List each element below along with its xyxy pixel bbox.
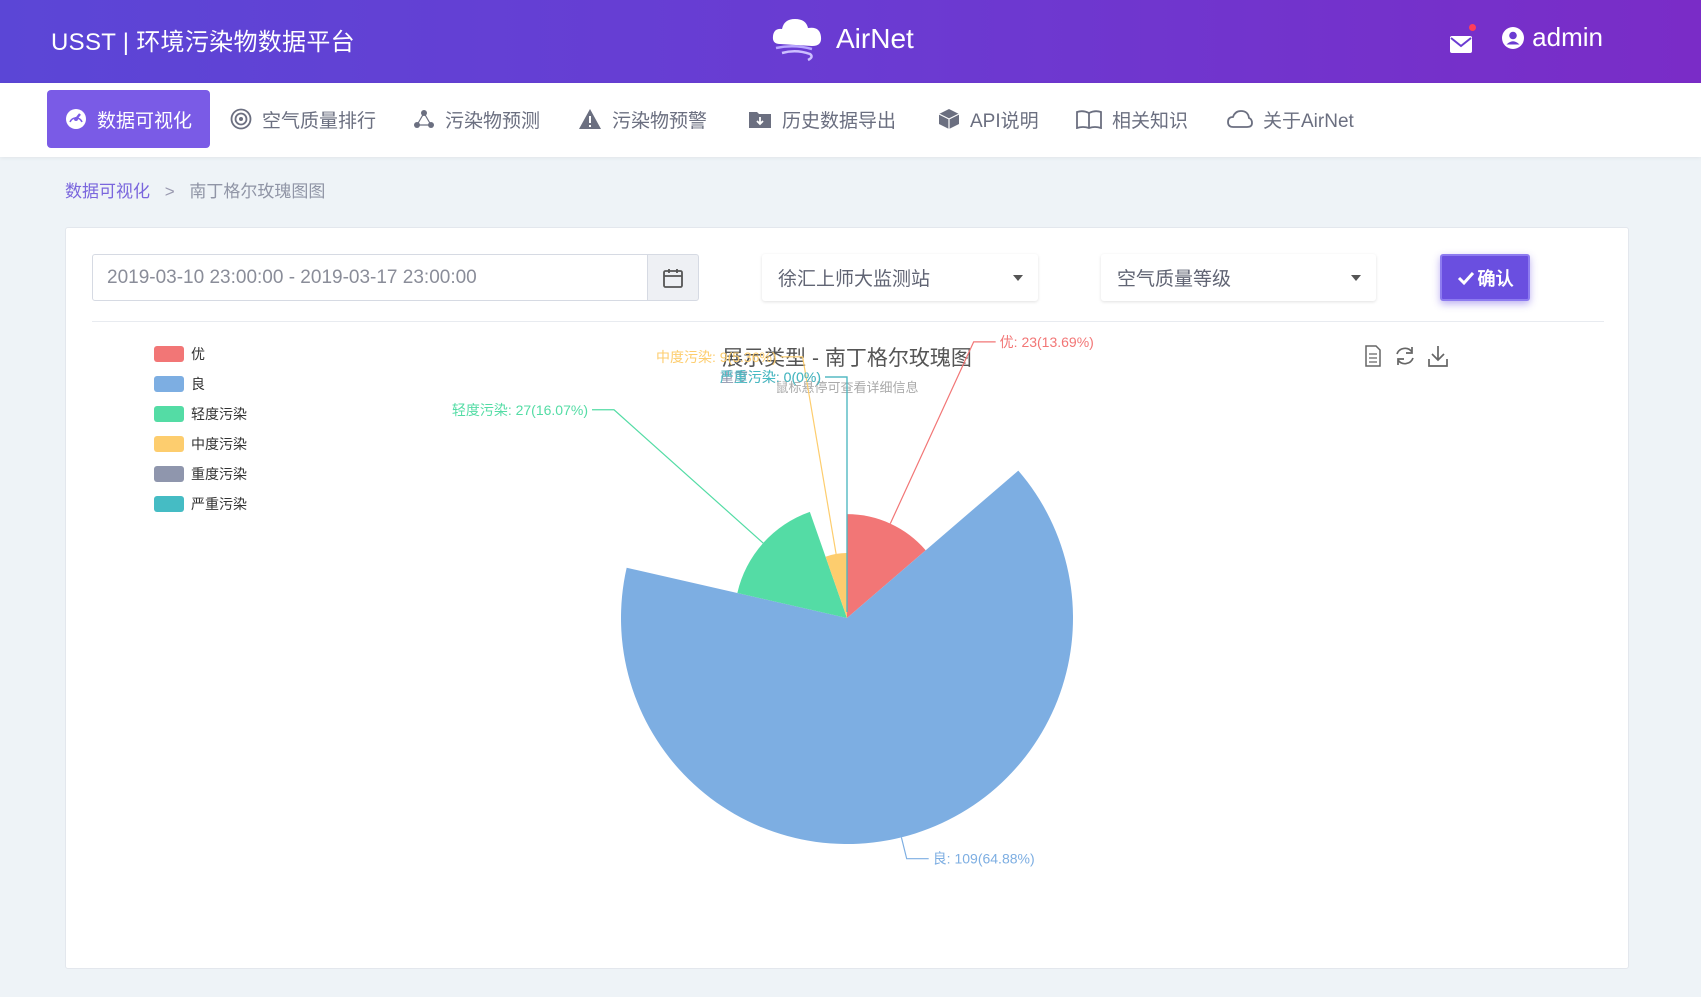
nav-label: 相关知识 [1112,110,1189,132]
network-icon [414,110,434,128]
station-select[interactable]: 徐汇上师大监测站 [762,254,1038,301]
calendar-button[interactable] [647,254,699,301]
calendar-icon [663,268,683,288]
divider [92,321,1604,322]
username: admin [1532,22,1603,52]
user-circle-icon [1502,26,1525,49]
data-label: 中度污染: 9(5.36%) [656,349,777,365]
station-select-value: 徐汇上师大监测站 [778,269,931,290]
legend-swatch[interactable] [154,406,184,422]
nav-label: 关于AirNet [1263,110,1354,132]
platform-title: USST | 环境污染物数据平台 [51,29,355,56]
leader-line [900,837,929,860]
legend-swatch[interactable] [154,346,184,362]
legend-swatch[interactable] [154,496,184,512]
rose-chart: 展示类型 - 南丁格尔玫瑰图鼠标悬停可查看详细信息优良轻度污染中度污染重度污染严… [154,334,1448,867]
data-view-icon[interactable] [1365,345,1381,367]
legend-label[interactable]: 良 [191,376,205,392]
nav-item-api-docs[interactable]: API说明 [938,90,1039,148]
nav-label: 历史数据导出 [782,110,897,132]
legend-swatch[interactable] [154,466,184,482]
dashboard-icon [66,109,86,129]
nav-item-pollutant-warning[interactable]: 污染物预警 [578,90,707,148]
nav-label: API说明 [970,110,1039,132]
legend-swatch[interactable] [154,436,184,452]
warning-icon [579,109,601,129]
legend-label[interactable]: 轻度污染 [191,406,247,422]
data-label: 严重污染: 0(0%) [720,369,821,385]
nav-item-data-visualization[interactable]: 数据可视化 [47,90,211,148]
breadcrumb: 数据可视化 > 南丁格尔玫瑰图图 [65,177,325,202]
chart-toolbox [1365,345,1448,367]
confirm-label: 确认 [1477,268,1514,289]
leader-line [592,409,764,544]
breadcrumb-parent[interactable]: 数据可视化 [65,182,150,201]
caret-down-icon [1013,274,1023,281]
nav-item-air-quality-ranking[interactable]: 空气质量排行 [230,90,376,148]
nav-item-history-export[interactable]: 历史数据导出 [748,90,896,148]
folder-download-icon [749,112,771,128]
top-header: USST | 环境污染物数据平台 AirNet admin [0,0,1701,83]
legend-label[interactable]: 优 [191,346,205,362]
mail-icon[interactable] [1450,24,1477,53]
metric-select-value: 空气质量等级 [1117,269,1232,290]
legend-label[interactable]: 严重污染 [191,496,247,512]
caret-down-icon [1351,274,1361,281]
legend-label[interactable]: 中度污染 [191,436,247,452]
logo-text: AirNet [836,23,914,54]
breadcrumb-current: 南丁格尔玫瑰图图 [189,182,326,201]
nav-label: 污染物预测 [445,110,541,132]
confirm-button[interactable]: 确认 [1440,254,1530,301]
nav-label: 污染物预警 [612,110,708,132]
nav-item-related-knowledge[interactable]: 相关知识 [1076,90,1188,148]
logo[interactable]: AirNet [770,14,914,64]
notification-dot [1469,24,1477,31]
cube-icon [938,109,960,129]
cloud-logo-icon [772,19,822,62]
data-label: 良: 109(64.88%) [933,851,1035,867]
top-right-actions: admin [1450,22,1603,53]
chart-card: 2019-03-10 23:00:00 - 2019-03-17 23:00:0… [65,227,1629,969]
nav-item-about-airnet[interactable]: 关于AirNet [1227,90,1354,148]
legend-label[interactable]: 重度污染 [191,466,247,482]
download-icon[interactable] [1428,346,1448,367]
legend-swatch[interactable] [154,376,184,392]
nav-item-pollutant-prediction[interactable]: 污染物预测 [413,90,540,148]
check-icon [1457,271,1474,285]
target-icon [230,108,252,130]
main-nav: 数据可视化 空气质量排行 污染物预测 污染物预警 历史数据导出 API说明 相关… [0,83,1701,157]
date-range-input[interactable]: 2019-03-10 23:00:00 - 2019-03-17 23:00:0… [92,254,648,301]
data-label: 优: 23(13.69%) [1000,334,1094,350]
breadcrumb-separator: > [164,182,175,201]
nav-label: 数据可视化 [97,110,193,132]
book-icon [1076,110,1102,129]
nav-label: 空气质量排行 [262,110,377,132]
cloud-icon [1227,110,1253,128]
data-label: 轻度污染: 27(16.07%) [452,402,588,418]
user-menu[interactable]: admin [1502,22,1603,53]
restore-icon[interactable] [1396,347,1414,365]
metric-select[interactable]: 空气质量等级 [1101,254,1376,301]
